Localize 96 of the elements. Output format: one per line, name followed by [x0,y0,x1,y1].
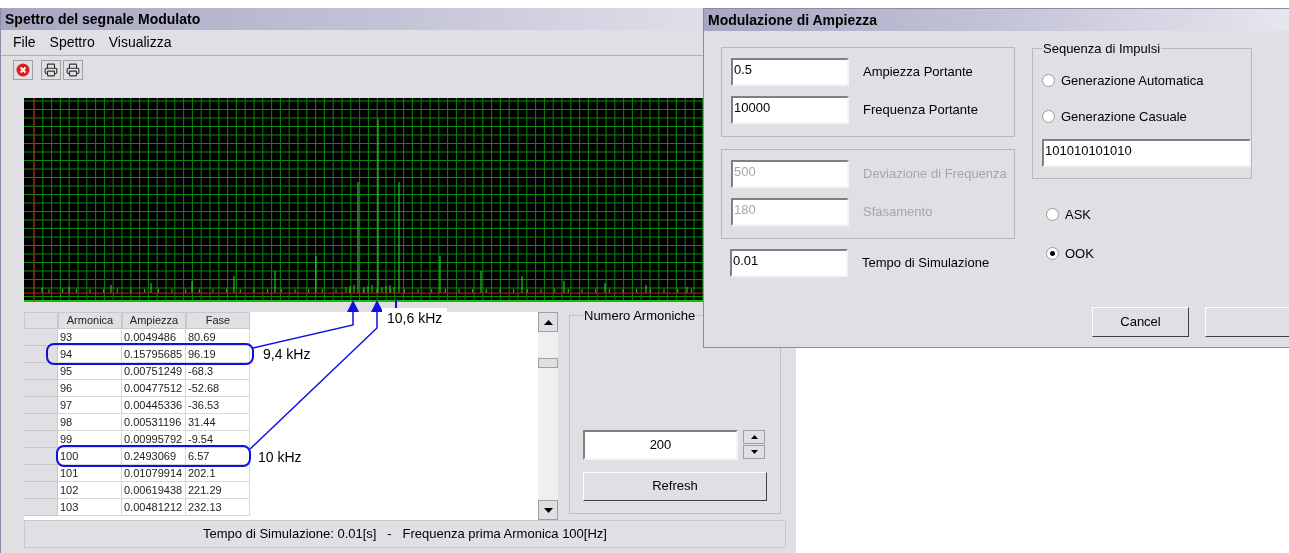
radio-label: ASK [1065,206,1091,224]
sequence-field[interactable]: 101010101010 [1042,138,1251,167]
scroll-thumb[interactable] [538,358,558,368]
radio-button[interactable] [1042,110,1055,124]
table-cell: 95 [58,363,122,380]
table-cell: 0.00477512 [122,380,186,397]
table-cell: 0.2493069 [122,448,186,465]
group-title: Sequenza di Impulsi [1042,40,1162,58]
down-triangle-icon [543,507,553,513]
table-cell: -36.53 [186,397,250,414]
scrollbar[interactable] [538,312,558,520]
table-cell: 0.01079914 [122,465,186,482]
table-cell: 99 [58,431,122,448]
table-cell: 0.00619438 [122,482,186,499]
menu-item[interactable]: File [13,32,36,53]
column-header: Fase [186,312,250,329]
scroll-up-button[interactable] [538,312,558,332]
row-header [24,346,58,363]
radio-label: Generazione Casuale [1061,108,1187,126]
row-header [24,465,58,482]
window-title: Modulazione di Ampiezza [708,10,878,30]
radio-button[interactable] [1046,246,1059,260]
table-cell: 101 [58,465,122,482]
field-label: Deviazione di Frequenza [863,165,1007,184]
table-cell: 31.44 [186,414,250,431]
close-button[interactable] [13,60,33,80]
table-cell: 6.57 [186,448,250,465]
row-header [24,499,58,516]
table-cell: 0.00481212 [122,499,186,516]
row-header [24,380,58,397]
field-label: Sfasamento [863,203,933,222]
row-header [24,397,58,414]
table-cell: 0.00995792 [122,431,186,448]
print-button[interactable] [41,60,61,80]
table-cell: 94 [58,346,122,363]
frequency-annotation: 9,4 kHz [263,345,311,363]
radio-label: OOK [1065,244,1094,263]
harmonics-count-field[interactable]: 200 [583,429,738,460]
printer-icon [44,63,58,77]
window-title: Spettro del segnale Modulato [5,9,201,29]
radio-button[interactable] [1042,73,1055,87]
table-cell: 0.0049486 [122,329,186,346]
status-text: Tempo di Simulazione: 0.01[s] - Frequenza prima Armonica 100[Hz] [203,525,607,544]
printer-icon [66,63,80,77]
table-cell: 232.13 [186,499,250,516]
row-header [24,312,58,329]
table-cell: 0.00531196 [122,414,186,431]
close-icon [16,63,30,77]
print-button[interactable] [63,60,83,80]
table-cell: -9.54 [186,431,250,448]
text-field[interactable]: 10000 [731,96,849,124]
table-cell: 202.1 [186,465,250,482]
column-header: Armonica [58,312,122,329]
row-header [24,414,58,431]
table-cell: 100 [58,448,122,465]
frequency-annotation: 10,6 kHz [382,308,448,328]
table-cell: 221.29 [186,482,250,499]
radio-button[interactable] [1046,208,1059,222]
table-cell: 96 [58,380,122,397]
menu-item[interactable]: Visualizza [108,32,172,53]
up-triangle-icon [750,435,758,439]
table-cell: 93 [58,329,122,346]
table-cell: 102 [58,482,122,499]
text-field[interactable]: 0.5 [731,58,849,86]
table-cell: 103 [58,499,122,516]
field-label: Ampiezza Portante [863,63,973,82]
row-header [24,482,58,499]
up-triangle-icon [543,319,553,325]
table-cell: 0.00445336 [122,397,186,414]
table-cell: 98 [58,414,122,431]
spin-up-button[interactable] [743,430,765,444]
table-cell: -52.68 [186,380,250,397]
table-cell: 97 [58,397,122,414]
row-header [24,329,58,346]
dialog-button[interactable] [1205,307,1289,337]
menu-item[interactable]: Spettro [49,32,95,53]
down-triangle-icon [750,450,758,454]
scroll-down-button[interactable] [538,500,558,520]
column-header: Ampiezza [122,312,186,329]
field-label: Frequenza Portante [863,101,978,120]
table-cell: 80.69 [186,329,250,346]
table-cell: 96.19 [186,346,250,363]
group-title: Numero Armoniche [583,307,697,325]
field-label: Tempo di Simulazione [862,254,990,273]
cancel-button[interactable]: Cancel [1092,307,1189,337]
row-header [24,431,58,448]
table-cell: 0.15795685 [122,346,186,363]
table-cell: 0.00751249 [122,363,186,380]
text-field[interactable]: 0.01 [730,249,848,277]
radio-label: Generazione Automatica [1061,71,1204,90]
row-header [24,448,58,465]
refresh-button[interactable]: Refresh [583,471,767,501]
spin-down-button[interactable] [743,445,765,459]
table-cell: -68.3 [186,363,250,380]
frequency-annotation: 10 kHz [258,448,302,466]
row-header [24,363,58,380]
